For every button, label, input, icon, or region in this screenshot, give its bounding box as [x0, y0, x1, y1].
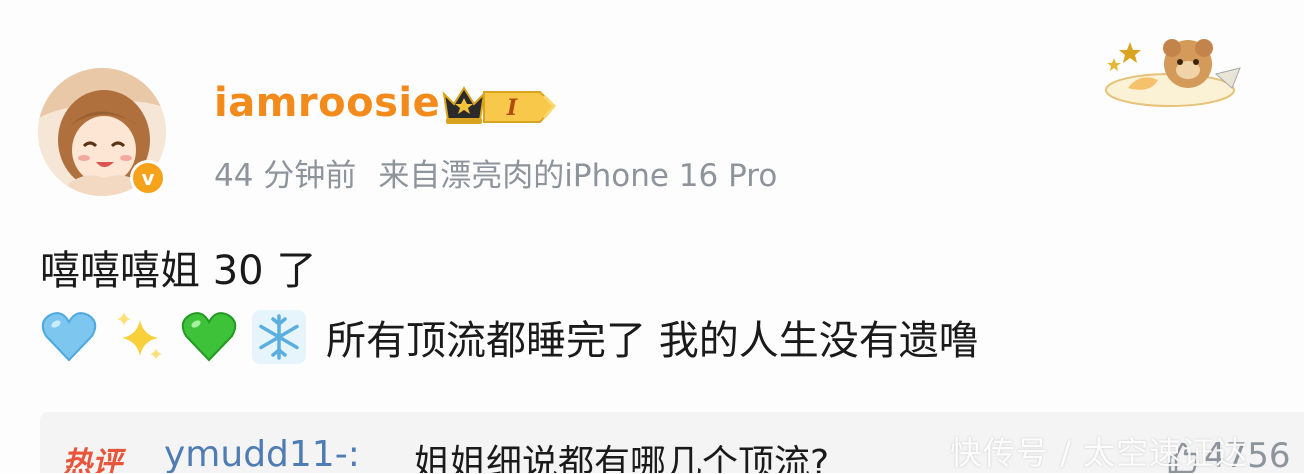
post-text-line-2: 所有顶流都睡完了 我的人生没有遗噜	[40, 306, 979, 368]
post-meta: 44 分钟前 来自漂亮肉的iPhone 16 Pro	[214, 150, 777, 195]
snowflake-icon	[250, 308, 308, 366]
card-decoration-icon	[1100, 28, 1250, 108]
post-time: 44 分钟前	[214, 158, 357, 194]
post-source[interactable]: 来自漂亮肉的iPhone 16 Pro	[378, 158, 777, 194]
hot-comment-tag: 热评	[62, 446, 122, 473]
watermark: 快传号 / 太空速证达	[950, 434, 1249, 472]
post-text-main: 所有顶流都睡完了 我的人生没有遗噜	[326, 318, 979, 364]
vip-crown-badge[interactable]: I	[440, 82, 562, 128]
hot-comment-author[interactable]: ymudd11-:	[164, 434, 360, 473]
sparkles-icon	[110, 308, 168, 366]
crown-icon: I	[442, 86, 557, 124]
hot-comment-text: 姐姐细说都有哪几个顶流?	[414, 443, 830, 473]
light-blue-heart-icon	[40, 308, 98, 366]
green-heart-icon	[180, 308, 238, 366]
post-text-line-1: 嘻嘻嘻姐 30 了	[40, 248, 317, 294]
vip-level: I	[506, 95, 518, 121]
username[interactable]: iamroosie	[214, 80, 440, 126]
verified-badge-icon: v	[130, 160, 166, 196]
weibo-post: v iamroosie I 44 分钟前来自漂亮肉的iPhone 16 Pro	[0, 0, 1304, 473]
